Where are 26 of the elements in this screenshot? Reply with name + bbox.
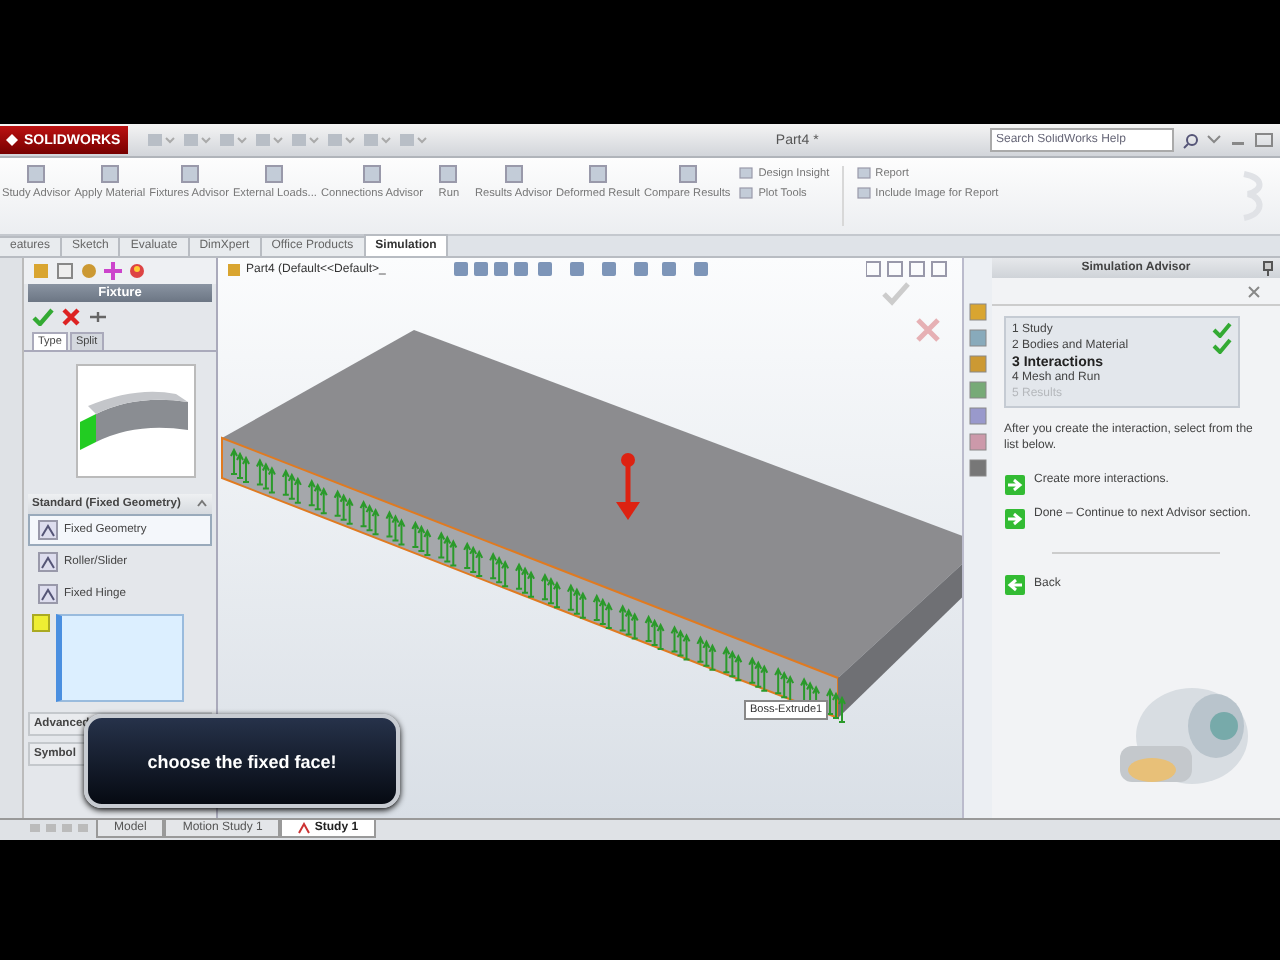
pushpin-icon[interactable] [88,308,108,326]
search-icon[interactable] [1182,131,1200,149]
face-selection-box[interactable] [56,614,184,702]
arrow-icon [1004,507,1026,530]
fixture-icon [38,584,58,604]
ok-icon[interactable] [32,308,54,326]
arrow-drawing [616,453,640,520]
close-icon[interactable] [62,308,80,326]
fixture-icon [38,552,58,572]
part-icon[interactable] [226,262,242,278]
sphere-icon[interactable] [128,262,146,280]
logo-mark-icon [4,132,20,148]
arrow-icon [1004,473,1026,496]
tree-icon[interactable] [32,262,50,280]
crosshair-icon[interactable] [104,262,122,280]
close-icon[interactable] [1248,286,1260,298]
close-icon[interactable] [916,318,940,342]
pin-icon[interactable] [1260,260,1274,276]
back-arrow-icon [1004,573,1026,596]
property-icon[interactable] [56,262,74,280]
fixture-icon [38,520,58,540]
config-icon[interactable] [80,262,98,280]
check-icon[interactable] [882,282,910,306]
slab-drawing[interactable] [221,330,962,720]
face-icon [32,614,50,632]
collapse-icon[interactable] [196,498,208,510]
